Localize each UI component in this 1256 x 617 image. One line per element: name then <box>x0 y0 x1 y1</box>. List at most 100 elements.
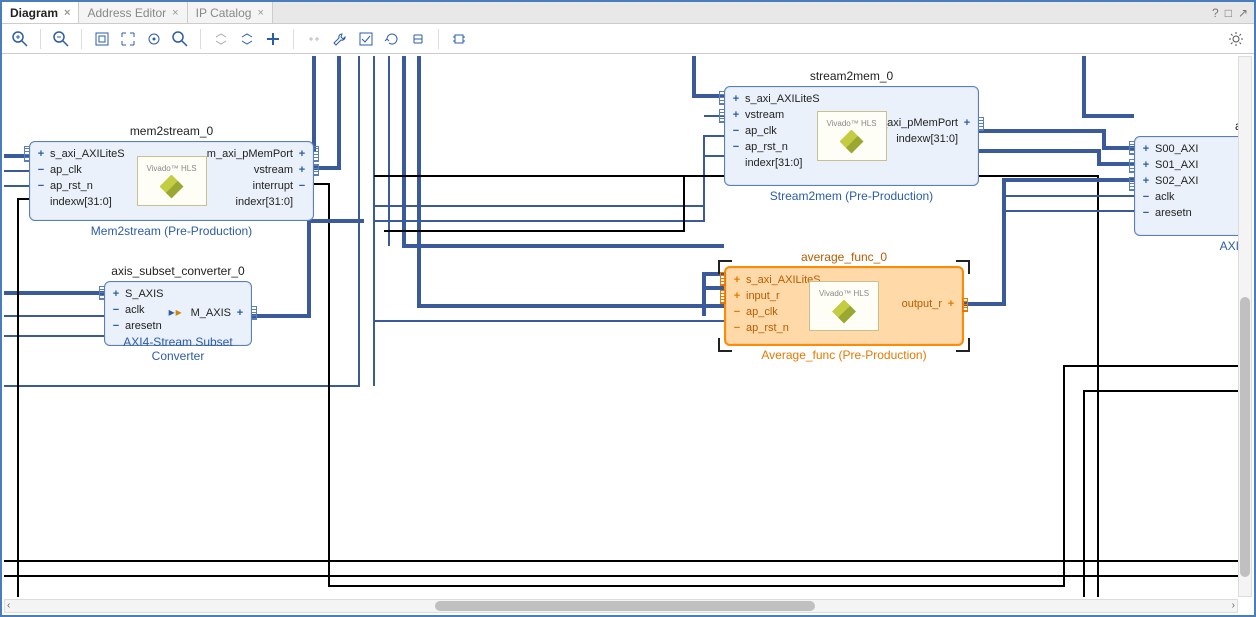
help-icon[interactable]: ? <box>1212 6 1219 20</box>
port: indexw[31:0] <box>896 133 972 145</box>
bus-connector <box>719 91 725 105</box>
block-subset-converter[interactable]: axis_subset_converter_0 +S_AXIS −aclk −a… <box>104 281 252 346</box>
wrench-icon[interactable] <box>328 27 352 51</box>
scrollbar-thumb[interactable] <box>435 601 815 611</box>
link-icon[interactable] <box>302 27 326 51</box>
port: M_AXIS+ <box>169 306 245 320</box>
diagram-canvas[interactable]: mem2stream_0 +s_axi_AXILiteS −ap_clk −ap… <box>4 56 1252 597</box>
port: +vstream <box>731 109 784 121</box>
converter-icon <box>169 306 187 320</box>
tab-diagram[interactable]: Diagram × <box>2 2 79 23</box>
port: −ap_rst_n <box>731 141 788 153</box>
block-subtitle: Average_func (Pre-Production) <box>726 348 962 362</box>
port: −ap_rst_n <box>732 322 789 334</box>
ports-right: m_axi_pMemPort+ indexw[31:0] <box>872 117 972 145</box>
bus-connector <box>720 290 726 304</box>
block-title: average_func_0 <box>726 250 962 264</box>
toolbar <box>2 24 1254 54</box>
bus-connector <box>962 298 968 312</box>
block-title: axis_subset_converter_0 <box>105 264 251 278</box>
zoom-out-icon[interactable] <box>49 27 73 51</box>
popout-icon[interactable]: ↗ <box>1238 6 1248 20</box>
search-icon[interactable] <box>168 27 192 51</box>
tab-address-editor[interactable]: Address Editor × <box>79 2 187 23</box>
close-icon[interactable]: × <box>172 7 178 19</box>
port: indexr[31:0] <box>731 157 802 169</box>
port: −aresetn <box>111 320 162 332</box>
port: −ap_clk <box>36 164 82 176</box>
scrollbar-thumb[interactable] <box>1240 297 1250 577</box>
port: indexw[31:0] <box>36 196 112 208</box>
tab-ip-catalog[interactable]: IP Catalog × <box>188 2 273 23</box>
port: −ap_clk <box>732 306 778 318</box>
port: m_axi_pMemPort+ <box>872 117 972 129</box>
port: +S00_AXI <box>1141 143 1198 155</box>
block-subtitle: Stream2mem (Pre-Production) <box>725 189 978 203</box>
reload-icon[interactable] <box>380 27 404 51</box>
expand-icon[interactable] <box>116 27 140 51</box>
check-icon[interactable] <box>354 27 378 51</box>
port: +s_axi_AXILiteS <box>731 93 820 105</box>
block-subtitle: AXI4-Stream Subset Converter <box>105 335 251 363</box>
ports-left: +s_axi_AXILiteS +input_r −ap_clk −ap_rst… <box>732 274 821 334</box>
expand-v-icon[interactable] <box>235 27 259 51</box>
scroll-right-icon[interactable]: › <box>1232 600 1235 611</box>
maximize-icon[interactable]: □ <box>1225 6 1232 20</box>
ports-right: M_AXIS+ <box>169 306 245 320</box>
port: m_axi_pMemPort+ <box>207 148 307 160</box>
horizontal-scrollbar[interactable]: ‹ › <box>4 599 1238 613</box>
ports-left: +S00_AXI +S01_AXI +S02_AXI −aclk −areset… <box>1141 143 1198 219</box>
port: +S_AXIS <box>111 288 164 300</box>
bus-connector <box>1129 159 1135 173</box>
bus-connector <box>719 109 725 123</box>
ip-icon[interactable] <box>447 27 471 51</box>
block-mem2stream[interactable]: mem2stream_0 +s_axi_AXILiteS −ap_clk −ap… <box>29 141 314 221</box>
block-subtitle: AXI SmartC <box>1135 239 1252 253</box>
target-icon[interactable] <box>142 27 166 51</box>
hls-logo: Vivado™ HLS <box>137 156 207 206</box>
hls-logo: Vivado™ HLS <box>817 111 887 161</box>
close-icon[interactable]: × <box>64 7 70 19</box>
zoom-in-icon[interactable] <box>8 27 32 51</box>
ports-left: +s_axi_AXILiteS +vstream −ap_clk −ap_rst… <box>731 93 820 169</box>
zoom-fit-icon[interactable] <box>90 27 114 51</box>
port: −aclk <box>1141 191 1175 203</box>
bus-connector <box>1129 177 1135 191</box>
port: −aclk <box>111 304 145 316</box>
port: −aresetn <box>1141 207 1192 219</box>
port: vstream+ <box>254 164 307 176</box>
collapse-icon[interactable] <box>209 27 233 51</box>
block-title: stream2mem_0 <box>725 69 978 83</box>
bus-connector <box>24 146 30 162</box>
block-average-func[interactable]: average_func_0 +s_axi_AXILiteS +input_r … <box>724 266 964 346</box>
block-title: mem2stream_0 <box>30 124 313 138</box>
hls-logo: Vivado™ HLS <box>809 281 879 331</box>
block-subtitle: Mem2stream (Pre-Production) <box>30 224 313 238</box>
port: +S02_AXI <box>1141 175 1198 187</box>
settings-icon[interactable] <box>1224 27 1248 51</box>
block-stream2mem[interactable]: stream2mem_0 +s_axi_AXILiteS +vstream −a… <box>724 86 979 186</box>
port: +s_axi_AXILiteS <box>36 148 125 160</box>
close-icon[interactable]: × <box>257 7 263 19</box>
tab-label: Address Editor <box>87 6 166 20</box>
port: indexr[31:0] <box>236 196 307 208</box>
window-controls: ? □ ↗ <box>1212 2 1254 23</box>
ports-right: output_r+ <box>902 298 956 310</box>
ports-left: +s_axi_AXILiteS −ap_clk −ap_rst_n indexw… <box>36 148 125 208</box>
port: −ap_rst_n <box>36 180 93 192</box>
window: Diagram × Address Editor × IP Catalog × … <box>0 0 1256 617</box>
port: −ap_clk <box>731 125 777 137</box>
add-icon[interactable] <box>261 27 285 51</box>
tab-label: Diagram <box>10 6 58 20</box>
params-icon[interactable] <box>406 27 430 51</box>
vertical-scrollbar[interactable] <box>1238 56 1252 597</box>
ports-left: +S_AXIS −aclk −aresetn <box>111 288 164 332</box>
bus-connector <box>720 272 726 286</box>
bus-connector <box>313 146 319 162</box>
scroll-left-icon[interactable]: ‹ <box>7 600 10 611</box>
port: +s_axi_AXILiteS <box>732 274 821 286</box>
port: output_r+ <box>902 298 956 310</box>
bus-connector <box>251 306 257 320</box>
bus-connector <box>99 286 105 300</box>
block-axi-smartconnect[interactable]: axi_sm +S00_AXI +S01_AXI +S02_AXI −aclk … <box>1134 136 1252 236</box>
